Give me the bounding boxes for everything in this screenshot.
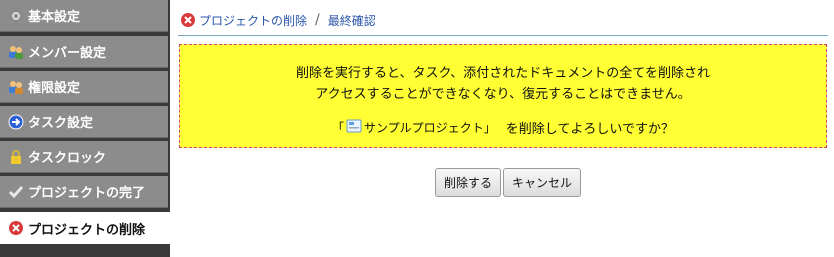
permissions-icon [8,79,24,95]
breadcrumb-project-delete-link[interactable]: プロジェクトの削除 [199,12,307,29]
quote-close: 」 [483,121,496,135]
breadcrumb-separator: / [315,12,320,28]
breadcrumb-final-confirm-link[interactable]: 最終確認 [328,12,376,29]
checkmark-icon [8,184,24,200]
sidebar-item-member-settings[interactable]: メンバー設定 [0,36,168,68]
sidebar-item-label: メンバー設定 [28,46,107,61]
breadcrumb: プロジェクトの削除 / 最終確認 [180,10,376,30]
breadcrumb-divider [178,35,828,36]
cancel-button[interactable]: キャンセル [503,168,582,197]
sidebar: 基本設定 メンバー設定 権限設定 タスク設定 タスクロック プロジェクトの完了 [0,0,170,257]
confirm-question: 「 サンプルプロジェクト 」 を削除してよろしいですか？ [180,118,826,137]
delete-button[interactable]: 削除する [435,168,502,197]
sidebar-item-label: 基本設定 [28,10,81,25]
confirm-question-text: を削除してよろしいですか？ [505,122,674,137]
quote-open: 「 [332,121,345,135]
main-content: プロジェクトの削除 / 最終確認 削除を実行すると、タスク、添付されたドキュメン… [170,0,834,257]
settings-icon [8,8,24,24]
members-icon [8,44,24,60]
project-name: サンプルプロジェクト [364,121,484,135]
sidebar-item-task-lock[interactable]: タスクロック [0,141,168,173]
delete-icon [8,220,24,236]
sidebar-item-label: 権限設定 [28,81,81,96]
sidebar-item-label: タスクロック [28,151,107,166]
sidebar-item-label: プロジェクトの完了 [28,186,146,201]
warning-text-line-2: アクセスすることができなくなり、復元することはできません。 [315,87,691,102]
delete-icon [180,12,196,28]
sidebar-item-label: プロジェクトの削除 [28,222,146,238]
arrow-right-icon [8,114,24,130]
sidebar-item-task-settings[interactable]: タスク設定 [0,106,168,138]
sidebar-item-project-complete[interactable]: プロジェクトの完了 [0,176,168,208]
lock-icon [8,149,24,165]
warning-text-line-1: 削除を実行すると、タスク、添付されたドキュメントの全てを削除され [295,66,711,81]
project-icon [346,119,362,136]
sidebar-item-project-delete[interactable]: プロジェクトの削除 [0,212,170,244]
sidebar-item-label: タスク設定 [28,116,94,131]
sidebar-item-basic-settings[interactable]: 基本設定 [0,0,168,32]
warning-box: 削除を実行すると、タスク、添付されたドキュメントの全てを削除され アクセスするこ… [179,44,827,148]
sidebar-item-permission-settings[interactable]: 権限設定 [0,71,168,103]
